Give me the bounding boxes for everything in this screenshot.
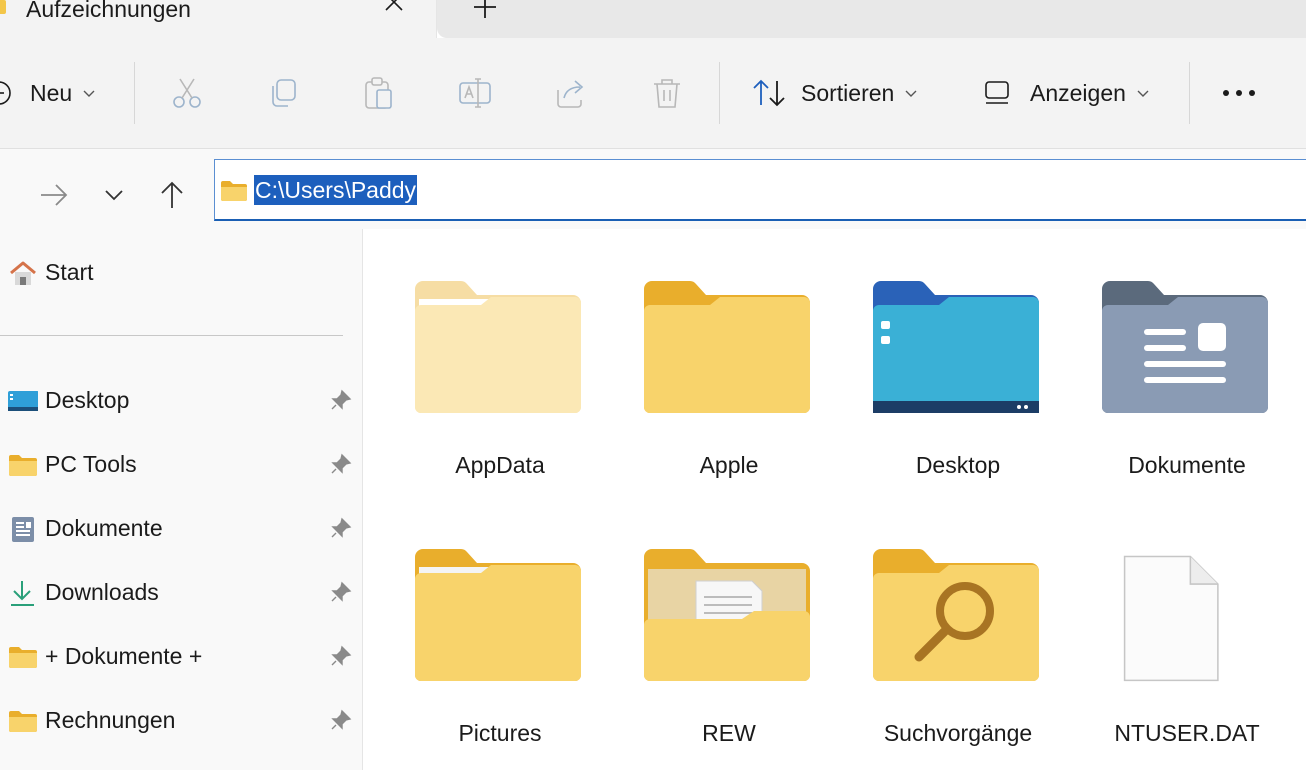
- tab-aufzeichnungen[interactable]: Aufzeichnungen: [0, 0, 437, 38]
- separator: [134, 62, 135, 124]
- tab-strip: Aufzeichnungen: [0, 0, 1306, 38]
- chevron-down-icon: [905, 90, 917, 97]
- sort-label: Sortieren: [801, 79, 895, 106]
- sidebar-item-label: Dokumente: [45, 515, 163, 541]
- folder-icon: [9, 455, 37, 476]
- pin-icon[interactable]: [330, 453, 352, 475]
- sidebar-item-downloads[interactable]: Downloads: [0, 573, 360, 613]
- separator: [1189, 62, 1190, 124]
- folder-icon: [221, 181, 247, 201]
- documents-icon: [12, 517, 34, 542]
- new-icon: [0, 81, 11, 105]
- download-icon: [11, 581, 34, 606]
- chevron-down-icon: [83, 90, 95, 97]
- address-path-text[interactable]: C:\Users\Paddy: [254, 175, 418, 205]
- share-icon[interactable]: [554, 76, 588, 110]
- file-item-rew[interactable]: REW: [592, 497, 821, 757]
- file-item-apple[interactable]: Apple: [592, 229, 821, 489]
- paste-icon[interactable]: [362, 76, 396, 110]
- sidebar-item-label: Rechnungen: [45, 707, 176, 733]
- view-label: Anzeigen: [1030, 79, 1126, 106]
- new-label: Neu: [30, 79, 73, 106]
- file-item-pictures[interactable]: Pictures: [363, 497, 592, 757]
- divider: [0, 335, 343, 336]
- tab-bar-background: [437, 0, 1306, 38]
- more-icon[interactable]: [1222, 83, 1256, 103]
- documents-folder-icon: [1102, 281, 1268, 413]
- address-bar-input[interactable]: C:\Users\Paddy: [214, 159, 1306, 221]
- file-icon: [1123, 555, 1219, 682]
- address-row: C:\Users\Paddy: [0, 149, 1306, 229]
- sidebar-item-label: Start: [45, 259, 94, 285]
- pin-icon[interactable]: [330, 645, 352, 667]
- sidebar-item-dokumente-plus[interactable]: + Dokumente +: [0, 637, 360, 677]
- sidebar-item-label: Desktop: [45, 387, 130, 413]
- file-item-desktop[interactable]: Desktop: [821, 229, 1050, 489]
- desktop-icon: [8, 391, 38, 411]
- folder-icon: [415, 549, 581, 681]
- view-icon: [985, 81, 1009, 104]
- rename-icon[interactable]: [458, 76, 492, 110]
- delete-icon[interactable]: [650, 76, 684, 110]
- sidebar-item-rechnungen[interactable]: Rechnungen: [0, 701, 360, 741]
- sidebar-item-label: Downloads: [45, 579, 159, 605]
- file-view: AppData Apple Desktop Dokumente Pictures…: [363, 229, 1306, 770]
- separator: [719, 62, 720, 124]
- sidebar-item-label: + Dokumente +: [45, 643, 203, 669]
- pin-icon[interactable]: [330, 517, 352, 539]
- view-button[interactable]: Anzeigen: [984, 38, 1150, 148]
- folder-icon: [644, 281, 810, 413]
- folder-icon: [9, 647, 37, 668]
- file-item-dokumente[interactable]: Dokumente: [1050, 229, 1279, 489]
- pin-icon[interactable]: [330, 389, 352, 411]
- tab-title: Aufzeichnungen: [26, 0, 191, 22]
- up-arrow-icon[interactable]: [156, 179, 188, 211]
- folder-icon: [9, 711, 37, 732]
- sidebar-item-desktop[interactable]: Desktop: [0, 381, 360, 421]
- file-item-suchvorgaenge[interactable]: Suchvorgänge: [821, 497, 1050, 757]
- chevron-down-icon: [1137, 90, 1149, 97]
- navigation-pane: Start Desktop PC Tools Dokumente Downloa…: [0, 229, 363, 770]
- sidebar-item-pc-tools[interactable]: PC Tools: [0, 445, 360, 485]
- forward-arrow-icon[interactable]: [38, 179, 70, 211]
- desktop-folder-icon: [873, 281, 1039, 413]
- tab-folder-icon: [0, 0, 6, 14]
- sort-icon: [753, 79, 785, 107]
- sidebar-item-label: PC Tools: [45, 451, 137, 477]
- pin-icon[interactable]: [330, 709, 352, 731]
- close-icon[interactable]: [382, 0, 406, 14]
- command-bar: Neu Sortieren Anzeigen: [0, 38, 1306, 149]
- folder-with-files-icon: [644, 549, 810, 681]
- recent-locations-chevron-icon[interactable]: [98, 179, 130, 211]
- new-button[interactable]: Neu: [0, 38, 96, 148]
- pin-icon[interactable]: [330, 581, 352, 603]
- sidebar-item-start[interactable]: Start: [0, 253, 360, 293]
- sort-button[interactable]: Sortieren: [752, 38, 918, 148]
- file-item-appdata[interactable]: AppData: [363, 229, 592, 489]
- sidebar-item-dokumente[interactable]: Dokumente: [0, 509, 360, 549]
- file-item-ntuser-dat[interactable]: NTUSER.DAT: [1050, 497, 1279, 757]
- search-folder-icon: [873, 549, 1039, 681]
- plus-icon[interactable]: [472, 0, 498, 20]
- hidden-folder-icon: [415, 281, 581, 413]
- file-label: NTUSER.DAT: [1114, 720, 1260, 746]
- file-label: Dokumente: [1128, 452, 1246, 478]
- cut-icon[interactable]: [170, 76, 204, 110]
- copy-icon[interactable]: [266, 76, 300, 110]
- home-icon: [10, 261, 36, 285]
